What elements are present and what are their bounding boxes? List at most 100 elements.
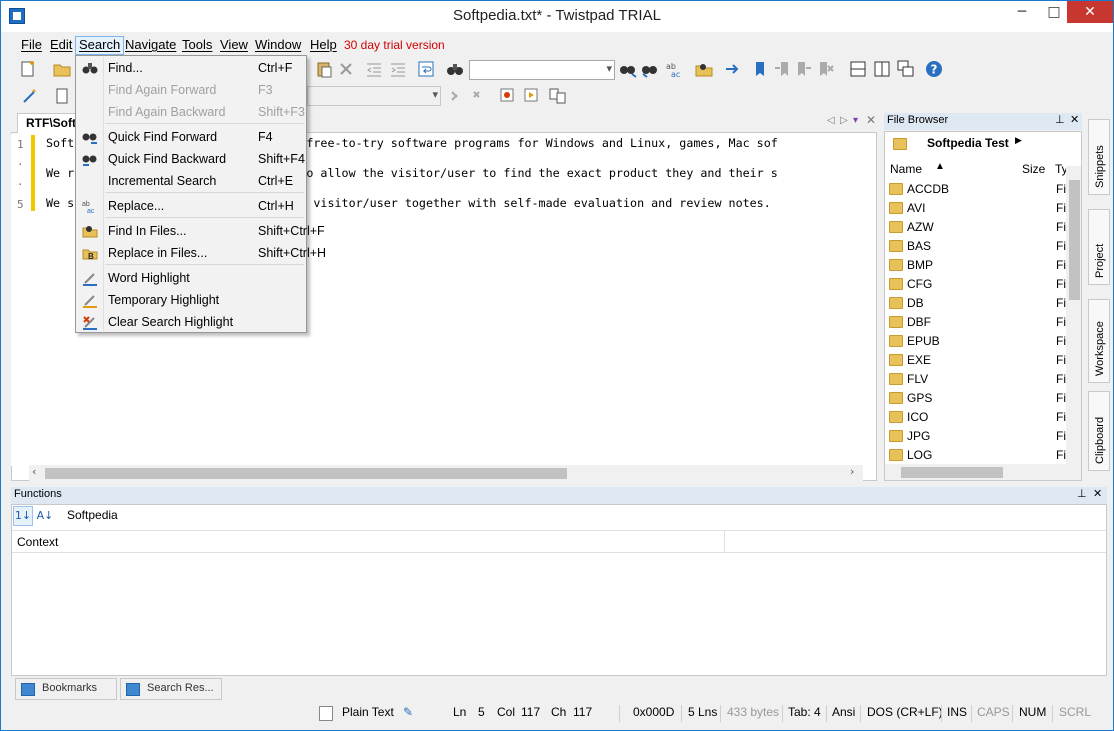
tab-scroll-left-icon[interactable]: ◁ (827, 115, 835, 126)
menu-view[interactable]: View (217, 36, 251, 55)
column-name[interactable]: Name (890, 162, 922, 176)
panel-close-icon[interactable]: ✕ (1070, 113, 1079, 126)
file-row[interactable]: EXE Fil (889, 351, 1079, 370)
tab-search-results[interactable]: Search Res... (120, 678, 222, 700)
help-icon[interactable]: ? (925, 60, 943, 78)
menu-item-find-again-forward[interactable]: Find Again Forward F3 (77, 79, 305, 101)
menu-file[interactable]: File (18, 36, 45, 55)
menu-item-clear-search-highlight[interactable]: Clear Search Highlight (77, 311, 305, 333)
macro-save-icon[interactable] (523, 87, 541, 105)
scroll-thumb[interactable] (1069, 180, 1080, 300)
side-tab-workspace[interactable]: Workspace (1088, 299, 1110, 383)
path-arrow-icon[interactable]: ▶ (1015, 136, 1022, 146)
editor-horizontal-scrollbar[interactable]: ‹ › (29, 465, 863, 481)
clear-bookmarks-icon[interactable] (817, 60, 835, 78)
panel-close-icon[interactable]: ✕ (1093, 487, 1102, 500)
file-browser-horizontal-scrollbar[interactable] (885, 464, 1066, 480)
file-row[interactable]: BAS Fil (889, 237, 1079, 256)
file-row[interactable]: GPS Fil (889, 389, 1079, 408)
open-folder-icon[interactable] (53, 60, 71, 78)
file-row[interactable]: LOG Fil (889, 446, 1079, 465)
menu-item-find-again-backward[interactable]: Find Again Backward Shift+F3 (77, 101, 305, 123)
functions-filter-input[interactable]: Softpedia (63, 506, 213, 526)
status-eol[interactable]: DOS (CR+LF) (867, 705, 943, 723)
paste-icon[interactable] (315, 60, 333, 78)
indent-icon[interactable] (389, 60, 407, 78)
minimize-button[interactable]: ─ (1005, 1, 1039, 23)
outdent-icon[interactable] (365, 60, 383, 78)
menu-item-replace-in-files[interactable]: B Replace in Files... Shift+Ctrl+H (77, 242, 326, 264)
menu-item-find[interactable]: Find... Ctrl+F (77, 57, 305, 79)
menu-item-replace[interactable]: ab ac Replace... Ctrl+H (77, 195, 305, 217)
menu-item-quick-find-backward[interactable]: Quick Find Backward Shift+F4 (77, 148, 305, 170)
tab-bookmarks[interactable]: Bookmarks (15, 678, 117, 700)
menu-item-temporary-highlight[interactable]: Temporary Highlight (77, 289, 305, 311)
cascade-windows-icon[interactable] (897, 60, 915, 78)
menu-item-find-in-files[interactable]: Find In Files... Shift+Ctrl+F (77, 220, 325, 242)
file-row[interactable]: DBF Fil (889, 313, 1079, 332)
column-size[interactable]: Size (1022, 162, 1045, 176)
status-mode[interactable]: Plain Text (342, 705, 394, 723)
file-browser-path[interactable]: Softpedia Test (927, 136, 1009, 150)
close-button[interactable]: ✕ (1067, 1, 1113, 23)
bookmark-icon[interactable] (751, 60, 769, 78)
file-row[interactable]: EPUB Fil (889, 332, 1079, 351)
menu-window[interactable]: Window (252, 36, 304, 55)
menu-help[interactable]: Help (307, 36, 340, 55)
file-row[interactable]: ICO Fil (889, 408, 1079, 427)
menu-item-quick-find-forward[interactable]: Quick Find Forward F4 (77, 126, 305, 148)
split-vertical-icon[interactable] (873, 60, 891, 78)
file-row[interactable]: AZW Fil (889, 218, 1079, 237)
next-bookmark-icon[interactable] (795, 60, 813, 78)
find-next-icon[interactable] (619, 60, 637, 78)
context-column[interactable]: Context (17, 535, 58, 549)
delete-icon[interactable] (337, 60, 355, 78)
macro-stop-icon[interactable] (471, 87, 489, 105)
status-tab-size[interactable]: Tab: 4 (788, 705, 821, 723)
menu-item-incremental-search[interactable]: Incremental Search Ctrl+E (77, 170, 305, 192)
macro-play-icon[interactable] (499, 87, 517, 105)
word-wrap-icon[interactable] (417, 60, 435, 78)
magic-wand-icon[interactable] (21, 87, 39, 105)
replace-toolbar-icon[interactable]: ab ac (665, 60, 683, 79)
pen-icon[interactable]: ✎ (403, 705, 413, 723)
file-row[interactable]: DB Fil (889, 294, 1079, 313)
side-tab-project[interactable]: Project (1088, 209, 1110, 285)
sort-by-name-icon[interactable]: A↓ (35, 506, 55, 526)
find-previous-icon[interactable] (641, 60, 659, 78)
file-row[interactable]: FLV Fil (889, 370, 1079, 389)
file-browser-vertical-scrollbar[interactable] (1066, 166, 1081, 480)
compare-icon[interactable] (549, 87, 567, 105)
file-row[interactable]: JPG Fil (889, 427, 1079, 446)
split-horizontal-icon[interactable] (849, 60, 867, 78)
tab-close-icon[interactable]: ✕ (866, 113, 876, 127)
scroll-left-icon[interactable]: ‹ (32, 465, 36, 478)
macro-record-icon[interactable] (449, 87, 467, 105)
function-combo[interactable] (307, 86, 441, 106)
menu-navigate[interactable]: Navigate (122, 36, 179, 55)
menu-edit[interactable]: Edit (47, 36, 75, 55)
new-file-icon[interactable] (19, 60, 37, 78)
sort-by-order-icon[interactable]: 1↓ (13, 506, 33, 526)
scroll-thumb[interactable] (901, 467, 1003, 478)
file-row[interactable]: CFG Fil (889, 275, 1079, 294)
menu-search[interactable]: Search (75, 36, 125, 55)
file-row[interactable]: ACCDB Fil (889, 180, 1079, 199)
search-combo[interactable] (469, 60, 615, 80)
prev-bookmark-icon[interactable] (773, 60, 791, 78)
side-tab-snippets[interactable]: Snippets (1088, 119, 1110, 195)
find-in-files-toolbar-icon[interactable] (695, 60, 713, 78)
pin-icon[interactable]: ⊥ (1077, 487, 1087, 500)
tab-scroll-right-icon[interactable]: ▷ (840, 115, 848, 126)
scroll-right-icon[interactable]: › (850, 465, 854, 478)
pin-icon[interactable]: ⊥ (1055, 113, 1065, 126)
side-tab-clipboard[interactable]: Clipboard (1088, 391, 1110, 471)
file-row[interactable]: AVI Fil (889, 199, 1079, 218)
goto-icon[interactable] (723, 60, 741, 78)
menu-item-word-highlight[interactable]: Word Highlight (77, 267, 305, 289)
document-icon[interactable] (53, 87, 71, 105)
file-row[interactable]: BMP Fil (889, 256, 1079, 275)
menu-tools[interactable]: Tools (179, 36, 215, 55)
tab-list-icon[interactable]: ▾ (853, 115, 858, 126)
status-encoding[interactable]: Ansi (832, 705, 855, 723)
